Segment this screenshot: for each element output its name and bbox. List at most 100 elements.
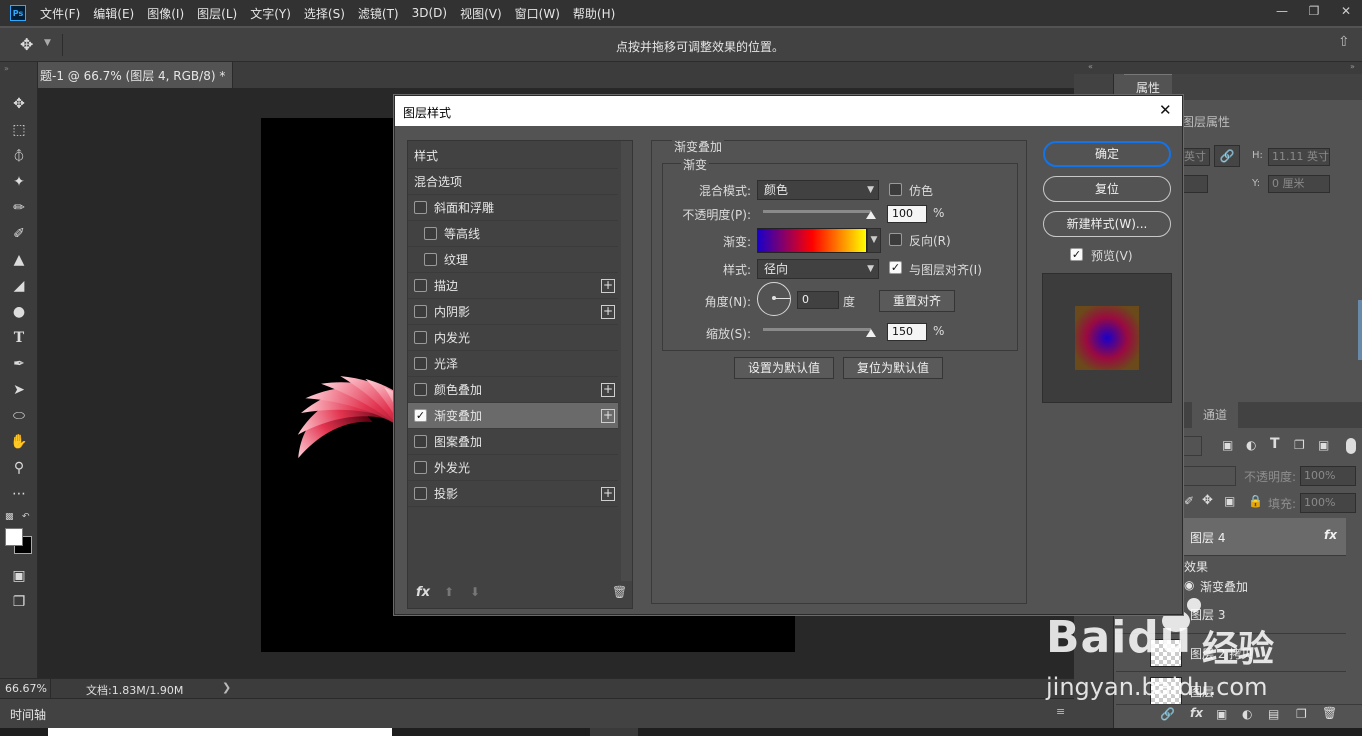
restore-icon[interactable]: ❐: [1298, 0, 1330, 22]
zoom-tool-icon[interactable]: ⚲: [8, 458, 30, 478]
blend-mode-select[interactable]: 颜色 ▼: [757, 180, 879, 200]
angle-input[interactable]: 0: [797, 291, 839, 309]
add-style-fx-icon[interactable]: fx: [1190, 706, 1203, 720]
opacity-slider[interactable]: [763, 210, 871, 213]
styles-scrollbar[interactable]: [621, 141, 632, 581]
style-item[interactable]: 斜面和浮雕: [408, 195, 618, 221]
style-item[interactable]: 等高线: [408, 221, 618, 247]
eyedropper-tool-icon[interactable]: ✏: [8, 198, 30, 218]
scrollbar[interactable]: [1358, 300, 1362, 360]
new-layer-icon[interactable]: ❐: [1296, 707, 1307, 721]
folder-icon[interactable]: ▤: [1268, 707, 1279, 721]
style-checkbox[interactable]: [414, 435, 427, 448]
height-field[interactable]: 11.11 英寸: [1268, 148, 1330, 166]
filter-toggle[interactable]: [1346, 438, 1356, 454]
style-item[interactable]: 样式: [408, 143, 618, 169]
menu-view[interactable]: 视图(V): [460, 5, 502, 22]
add-instance-icon[interactable]: +: [601, 279, 615, 293]
panel-menu-icon[interactable]: ≡: [1056, 705, 1065, 718]
type-tool-icon[interactable]: T: [8, 328, 30, 348]
style-checkbox[interactable]: [414, 201, 427, 214]
opacity-slider-knob[interactable]: [866, 211, 876, 219]
timeline-tab[interactable]: 时间轴: [10, 706, 46, 723]
share-icon[interactable]: ⇧: [1338, 34, 1350, 50]
style-item[interactable]: 颜色叠加 +: [408, 377, 618, 403]
scale-slider-knob[interactable]: [866, 329, 876, 337]
angle-dial[interactable]: [757, 282, 791, 316]
reset-button[interactable]: 复位: [1043, 176, 1171, 202]
pen-tool-icon[interactable]: ✒: [8, 354, 30, 374]
reset-alignment-button[interactable]: 重置对齐: [879, 290, 955, 312]
add-instance-icon[interactable]: +: [601, 409, 615, 423]
brush-tool-icon[interactable]: ✐: [8, 224, 30, 244]
lock-artboard-icon[interactable]: ▣: [1224, 494, 1235, 508]
style-checkbox[interactable]: ✓: [414, 409, 427, 422]
style-item[interactable]: 描边 +: [408, 273, 618, 299]
style-checkbox[interactable]: [424, 227, 437, 240]
marquee-tool-icon[interactable]: ⬚: [8, 120, 30, 140]
default-colors-icon[interactable]: ▩: [5, 512, 14, 522]
menu-layer[interactable]: 图层(L): [197, 5, 237, 22]
move-down-icon[interactable]: ⬇: [470, 585, 480, 599]
menu-type[interactable]: 文字(Y): [250, 5, 291, 22]
reverse-checkbox[interactable]: [889, 233, 902, 246]
add-instance-icon[interactable]: +: [601, 487, 615, 501]
lock-position-icon[interactable]: ✥: [1202, 493, 1213, 508]
style-checkbox[interactable]: [414, 461, 427, 474]
y-field[interactable]: 0 厘米: [1268, 175, 1330, 193]
style-item[interactable]: 内阴影 +: [408, 299, 618, 325]
layer-opacity-field[interactable]: 100%: [1300, 466, 1356, 486]
preview-checkbox[interactable]: ✓: [1070, 248, 1083, 261]
style-checkbox[interactable]: [414, 357, 427, 370]
style-item[interactable]: ✓ 渐变叠加 +: [408, 403, 618, 429]
scale-slider[interactable]: [763, 328, 871, 331]
fx-badge[interactable]: fx: [1324, 528, 1337, 542]
eraser-tool-icon[interactable]: ◢: [8, 276, 30, 296]
ok-button[interactable]: 确定: [1043, 141, 1171, 167]
gradient-style-select[interactable]: 径向 ▼: [757, 259, 879, 279]
menu-edit[interactable]: 编辑(E): [93, 5, 134, 22]
channels-tab[interactable]: 通道: [1192, 402, 1238, 428]
layer-kind-filter[interactable]: [1180, 436, 1202, 456]
style-checkbox[interactable]: [414, 305, 427, 318]
style-item[interactable]: 投影 +: [408, 481, 618, 507]
lasso-tool-icon[interactable]: ⦽: [8, 146, 30, 166]
zoom-level[interactable]: 66.67%: [5, 682, 47, 695]
style-item[interactable]: 内发光: [408, 325, 618, 351]
dither-checkbox[interactable]: [889, 183, 902, 196]
collapse-icon[interactable]: «: [1088, 62, 1093, 71]
delete-effect-icon[interactable]: 🗑: [612, 585, 627, 599]
style-item[interactable]: 外发光: [408, 455, 618, 481]
menu-file[interactable]: 文件(F): [40, 5, 80, 22]
blend-mode-select[interactable]: [1180, 466, 1236, 486]
swap-colors-icon[interactable]: ↶: [22, 512, 30, 522]
style-checkbox[interactable]: [424, 253, 437, 266]
adjustment-layer-icon[interactable]: ◐: [1242, 707, 1252, 721]
move-tool-icon[interactable]: ✥: [20, 35, 33, 54]
style-checkbox[interactable]: [414, 487, 427, 500]
close-icon[interactable]: ✕: [1159, 101, 1172, 119]
type-filter-icon[interactable]: T: [1270, 436, 1280, 452]
gradient-swatch[interactable]: [757, 228, 867, 253]
adjustment-filter-icon[interactable]: ◐: [1246, 438, 1256, 452]
add-instance-icon[interactable]: +: [601, 305, 615, 319]
delete-layer-icon[interactable]: 🗑: [1322, 706, 1337, 720]
lock-all-icon[interactable]: 🔒: [1248, 494, 1263, 508]
close-window-icon[interactable]: ✕: [1330, 0, 1362, 22]
ellipse-tool-icon[interactable]: ⬭: [8, 406, 30, 426]
style-item[interactable]: 光泽: [408, 351, 618, 377]
layer-fill-field[interactable]: 100%: [1300, 493, 1356, 513]
path-selection-tool-icon[interactable]: ➤: [8, 380, 30, 400]
minimize-icon[interactable]: —: [1266, 0, 1298, 22]
style-item[interactable]: 纹理: [408, 247, 618, 273]
shape-filter-icon[interactable]: ❐: [1294, 438, 1305, 452]
style-item[interactable]: 图案叠加: [408, 429, 618, 455]
smart-object-filter-icon[interactable]: ▣: [1318, 438, 1329, 452]
chevron-down-icon[interactable]: ▼: [44, 38, 51, 48]
collapse-icon[interactable]: »: [4, 64, 9, 73]
move-up-icon[interactable]: ⬆: [444, 585, 454, 599]
link-icon[interactable]: 🔗: [1214, 145, 1240, 167]
move-tool-icon[interactable]: ✥: [8, 94, 30, 114]
menu-help[interactable]: 帮助(H): [573, 5, 615, 22]
document-tab[interactable]: 题-1 @ 66.7% (图层 4, RGB/8) * ✕: [38, 62, 243, 88]
